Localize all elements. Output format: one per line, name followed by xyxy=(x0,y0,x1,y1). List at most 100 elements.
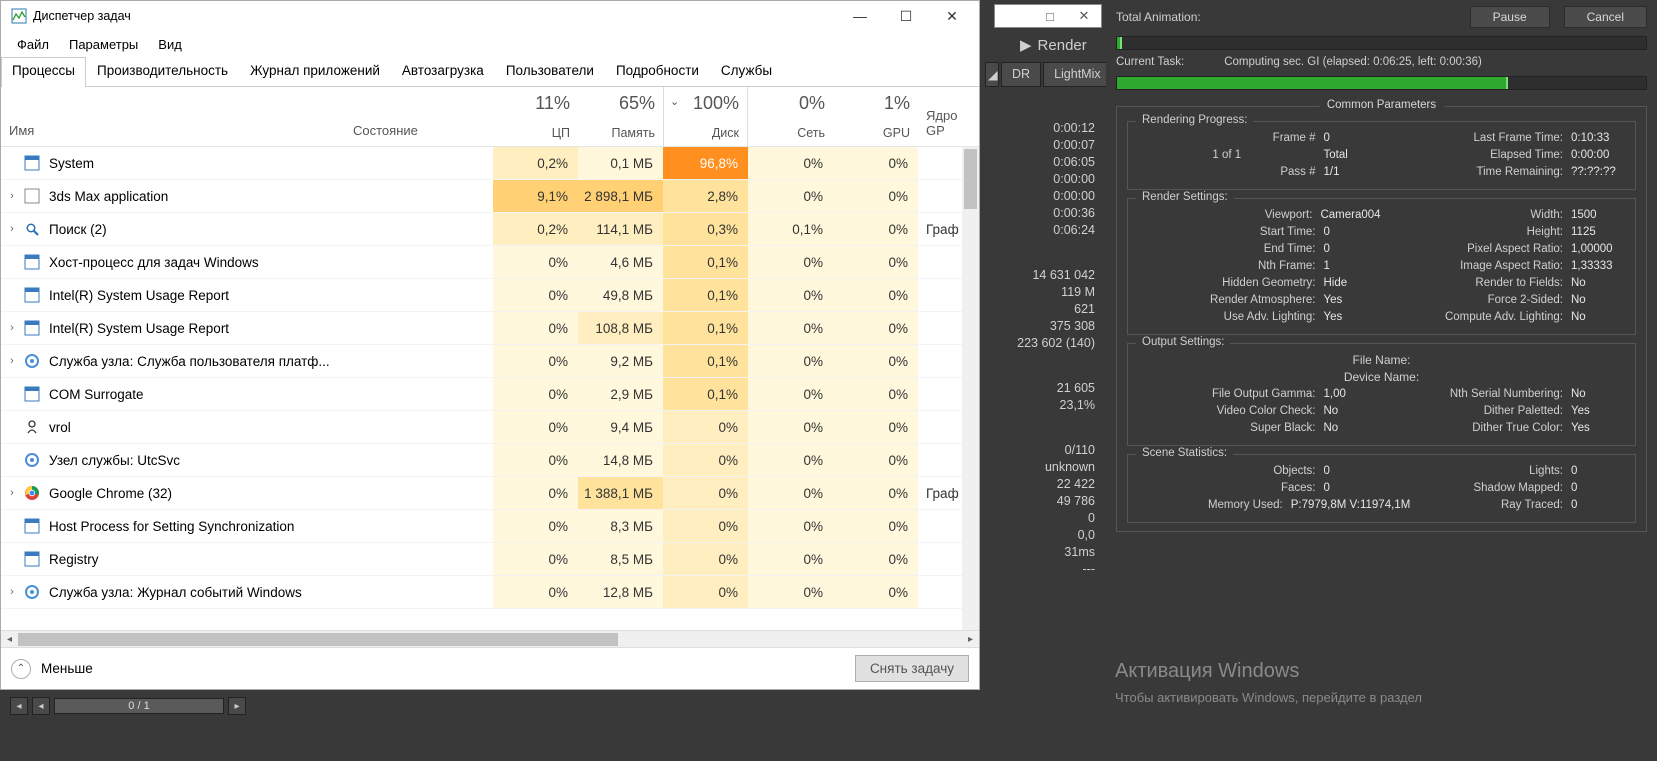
horizontal-scrollbar[interactable]: ◂ ▸ xyxy=(1,630,979,647)
process-name: Host Process for Setting Synchronization xyxy=(49,519,294,534)
timeline-prev-icon[interactable]: ◂ xyxy=(10,697,28,715)
cpu-cell: 0% xyxy=(493,444,578,476)
column-network[interactable]: 0% Сеть xyxy=(748,87,833,146)
table-row[interactable]: Registry0%8,5 МБ0%0%0% xyxy=(1,543,979,576)
stat-value: 621 xyxy=(995,301,1095,318)
network-cell: 0% xyxy=(748,444,833,476)
table-row[interactable]: Узел службы: UtcSvc0%14,8 МБ0%0%0% xyxy=(1,444,979,477)
process-icon xyxy=(23,253,41,271)
vertical-scrollbar[interactable] xyxy=(962,147,979,630)
disk-cell: 2,8% xyxy=(663,180,748,212)
network-cell: 0% xyxy=(748,576,833,608)
vertical-scrollbar-thumb[interactable] xyxy=(964,149,977,209)
table-row[interactable]: vrol0%9,4 МБ0%0%0% xyxy=(1,411,979,444)
play-icon[interactable]: ▶ xyxy=(1020,36,1032,54)
table-row[interactable]: ›3ds Max application9,1%2 898,1 МБ2,8%0%… xyxy=(1,180,979,213)
expand-icon[interactable]: › xyxy=(1,487,23,499)
minimize-button[interactable]: — xyxy=(837,1,883,31)
table-row[interactable]: Хост-процесс для задач Windows0%4,6 МБ0,… xyxy=(1,246,979,279)
table-row[interactable]: ›Intel(R) System Usage Report0%108,8 МБ0… xyxy=(1,312,979,345)
memory-cell: 2 898,1 МБ xyxy=(578,180,663,212)
close-button[interactable]: ✕ xyxy=(929,1,975,31)
tab-lightmix[interactable]: LightMix xyxy=(1043,62,1112,87)
task-manager-icon xyxy=(11,8,27,24)
table-row[interactable]: ›Google Chrome (32)0%1 388,1 МБ0%0%0%Гра… xyxy=(1,477,979,510)
table-row[interactable]: Intel(R) System Usage Report0%49,8 МБ0,1… xyxy=(1,279,979,312)
expand-icon[interactable]: › xyxy=(1,190,23,202)
stat-value: 0:06:24 xyxy=(995,222,1095,239)
timeline-frame[interactable]: 0 / 1 xyxy=(54,698,224,714)
cpu-cell: 0% xyxy=(493,543,578,575)
tab-6[interactable]: Службы xyxy=(710,57,783,86)
disk-cell: 0,1% xyxy=(663,246,748,278)
memory-cell: 9,4 МБ xyxy=(578,411,663,443)
column-memory[interactable]: 65% Память xyxy=(578,87,663,146)
process-icon xyxy=(23,583,41,601)
column-disk[interactable]: ⌄ 100% Диск xyxy=(663,87,748,146)
process-icon xyxy=(23,319,41,337)
scroll-left-icon[interactable]: ◂ xyxy=(1,631,18,648)
table-row[interactable]: ›Служба узла: Журнал событий Windows0%12… xyxy=(1,576,979,609)
table-row[interactable]: System0,2%0,1 МБ96,8%0%0% xyxy=(1,147,979,180)
expand-icon[interactable]: › xyxy=(1,322,23,334)
memory-cell: 8,5 МБ xyxy=(578,543,663,575)
stat-value: 0:00:36 xyxy=(995,205,1095,222)
column-name[interactable]: Имя xyxy=(1,87,353,146)
column-gpu-core[interactable]: Ядро GP xyxy=(918,87,979,146)
menu-файл[interactable]: Файл xyxy=(9,35,57,54)
tab-5[interactable]: Подробности xyxy=(605,57,710,86)
expand-icon[interactable]: › xyxy=(1,223,23,235)
memory-cell: 9,2 МБ xyxy=(578,345,663,377)
network-cell: 0% xyxy=(748,378,833,410)
render-label[interactable]: Render xyxy=(1038,37,1087,54)
fewer-details-label[interactable]: Меньше xyxy=(41,661,845,676)
horizontal-scrollbar-thumb[interactable] xyxy=(18,633,618,646)
maximize-button[interactable]: ☐ xyxy=(883,1,929,31)
secondary-maximize-icon[interactable]: □ xyxy=(1033,5,1067,27)
end-task-button[interactable]: Снять задачу xyxy=(855,655,969,682)
framebuffer-collapse-icon[interactable]: ◢ xyxy=(985,62,999,87)
stat-value: 0:00:00 xyxy=(995,171,1095,188)
timeline-next-icon[interactable]: ▸ xyxy=(228,697,246,715)
table-row[interactable]: COM Surrogate0%2,9 МБ0,1%0%0% xyxy=(1,378,979,411)
scroll-right-icon[interactable]: ▸ xyxy=(962,631,979,648)
expand-icon[interactable]: › xyxy=(1,355,23,367)
collapse-details-icon[interactable]: ⌃ xyxy=(11,659,31,679)
expand-icon[interactable]: › xyxy=(1,586,23,598)
gpu-cell: 0% xyxy=(833,279,918,311)
process-icon xyxy=(23,418,41,436)
stat-value: 0 xyxy=(995,510,1095,527)
network-cell: 0% xyxy=(748,411,833,443)
cancel-button[interactable]: Cancel xyxy=(1564,6,1647,28)
gpu-cell: 0% xyxy=(833,444,918,476)
table-row[interactable]: ›Служба узла: Служба пользователя платф.… xyxy=(1,345,979,378)
table-row[interactable]: Host Process for Setting Synchronization… xyxy=(1,510,979,543)
tab-4[interactable]: Пользователи xyxy=(495,57,605,86)
memory-cell: 0,1 МБ xyxy=(578,147,663,179)
memory-cell: 49,8 МБ xyxy=(578,279,663,311)
tab-0[interactable]: Процессы xyxy=(1,57,86,87)
process-name: COM Surrogate xyxy=(49,387,144,402)
secondary-close-icon[interactable]: ✕ xyxy=(1067,5,1101,27)
column-state[interactable]: Состояние xyxy=(353,87,493,146)
column-gpu[interactable]: 1% GPU xyxy=(833,87,918,146)
process-icon xyxy=(23,451,41,469)
tab-2[interactable]: Журнал приложений xyxy=(239,57,391,86)
timeline-prev2-icon[interactable]: ◂ xyxy=(32,697,50,715)
common-parameters-section: Common Parameters Rendering Progress: Fr… xyxy=(1116,106,1647,532)
menu-параметры[interactable]: Параметры xyxy=(61,35,146,54)
gpu-cell: 0% xyxy=(833,477,918,509)
cpu-cell: 0% xyxy=(493,477,578,509)
tab-dr[interactable]: DR xyxy=(1001,62,1041,87)
stat-value: 14 631 042 xyxy=(995,267,1095,284)
footer: ⌃ Меньше Снять задачу xyxy=(1,647,979,689)
tab-1[interactable]: Производительность xyxy=(86,57,239,86)
table-row[interactable]: ›Поиск (2)0,2%114,1 МБ0,3%0,1%0%Граф xyxy=(1,213,979,246)
pause-button[interactable]: Pause xyxy=(1470,6,1550,28)
tab-3[interactable]: Автозагрузка xyxy=(391,57,495,86)
disk-cell: 0,3% xyxy=(663,213,748,245)
disk-cell: 0,1% xyxy=(663,378,748,410)
column-cpu[interactable]: 11% ЦП xyxy=(493,87,578,146)
disk-cell: 0% xyxy=(663,576,748,608)
menu-вид[interactable]: Вид xyxy=(150,35,190,54)
